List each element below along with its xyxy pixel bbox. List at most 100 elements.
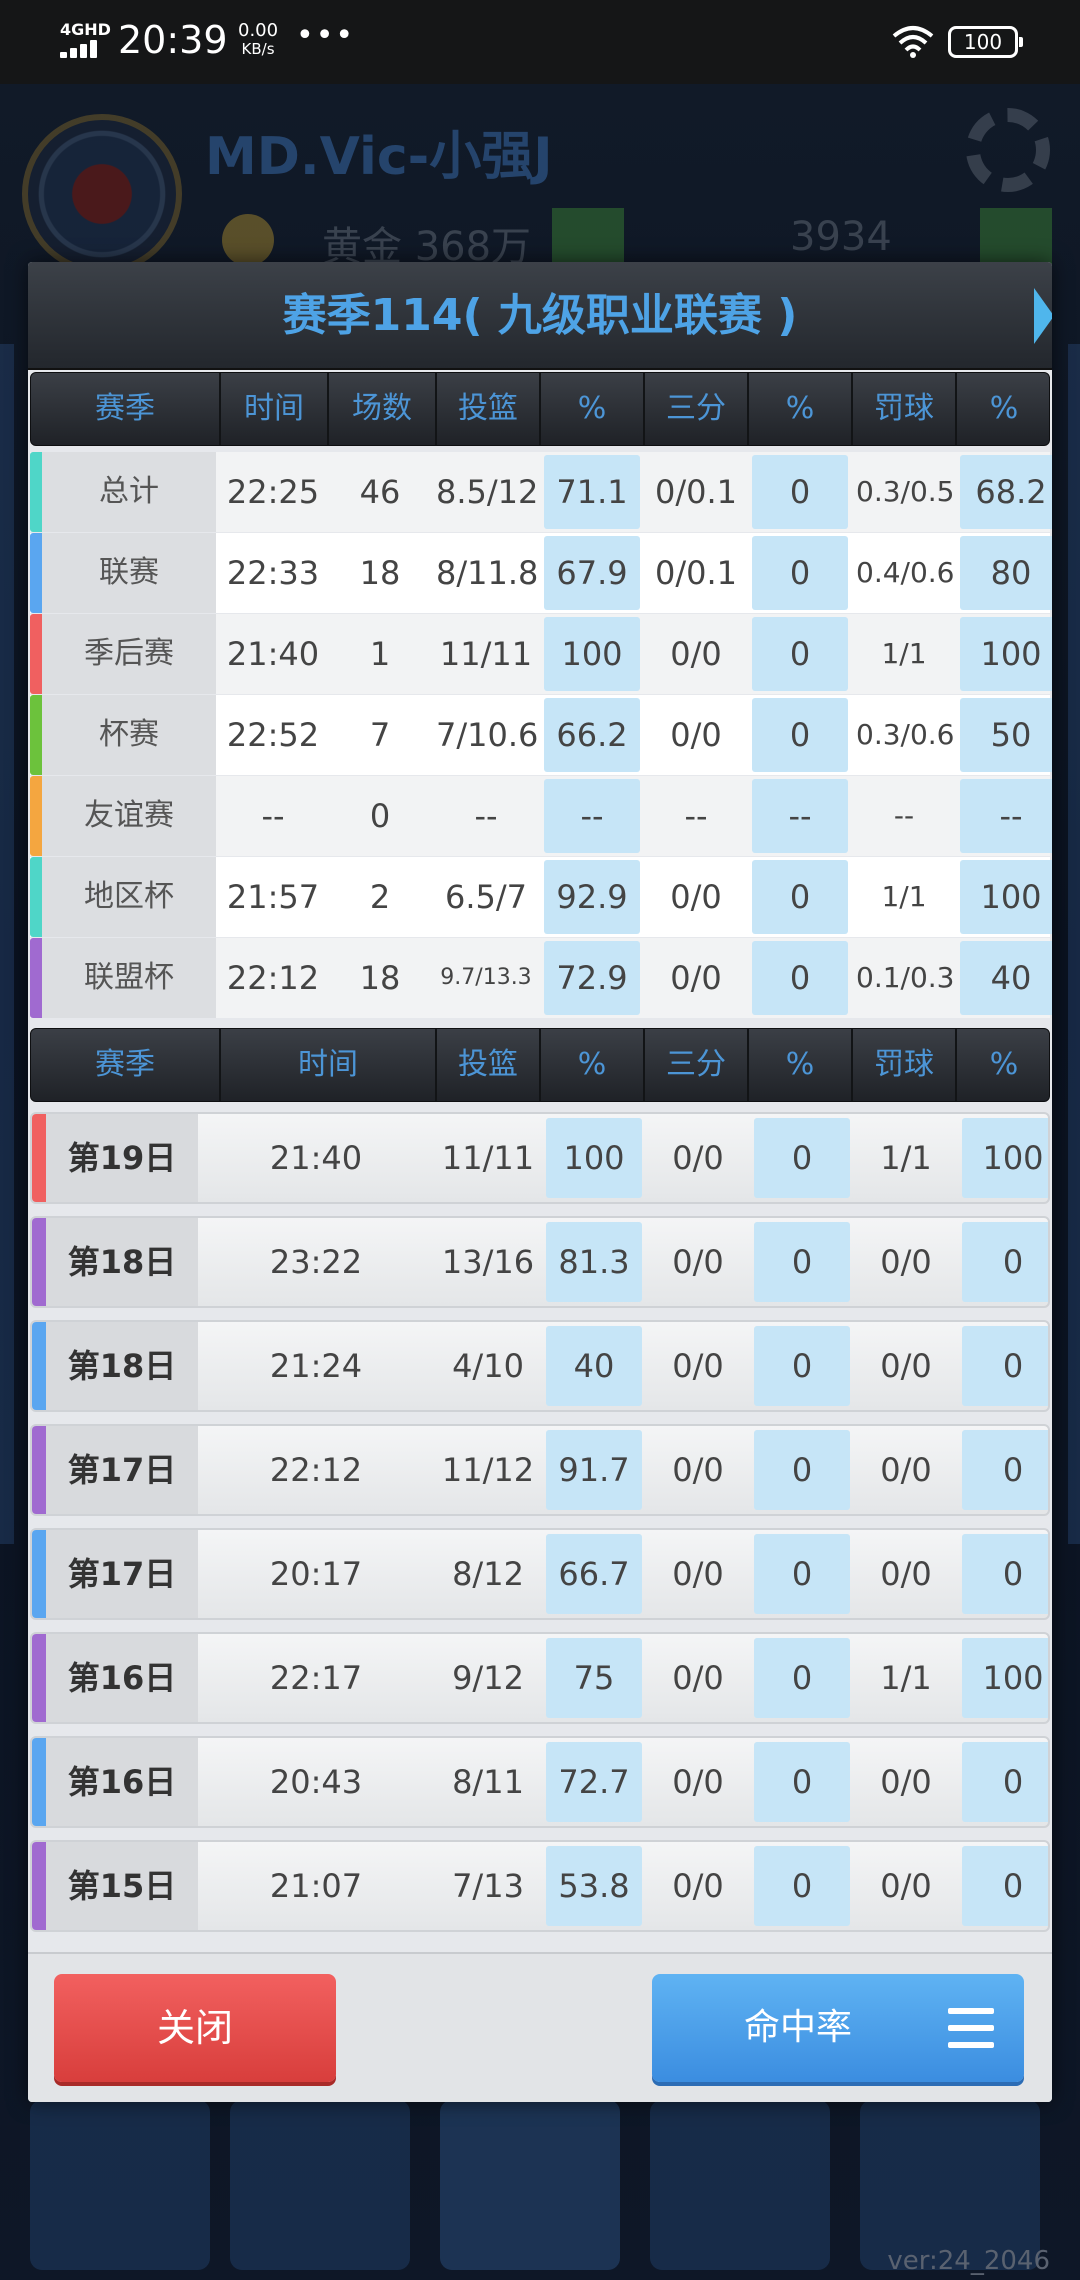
cell-time: 22:33 — [226, 554, 320, 592]
cell-three: -- — [684, 797, 708, 835]
cell-games: 2 — [369, 878, 391, 916]
cell-fg-pct: 81.3 — [546, 1222, 642, 1302]
cell-ft: 0.4/0.6 — [856, 556, 955, 589]
cell-three-pct: 0 — [752, 536, 848, 610]
summary-row[interactable]: 地区杯 21:57 2 6.5/7 92.9 0/0 0 1/1 100 — [30, 857, 1052, 937]
hit-rate-label: 命中率 — [744, 2007, 853, 2048]
cell-fg-pct: 40 — [546, 1326, 642, 1406]
cell-time: 21:07 — [269, 1867, 363, 1905]
cell-ft: 0.3/0.6 — [856, 718, 955, 751]
cell-label: 总计 — [42, 452, 216, 532]
cell-time: 23:22 — [269, 1243, 363, 1281]
summary-row[interactable]: 联赛 22:33 18 8/11.8 67.9 0/0.1 0 0.4/0.6 80 — [30, 533, 1052, 613]
cell-ft: 0/0 — [880, 1243, 932, 1281]
cell-three-pct: 0 — [754, 1534, 850, 1614]
game-row[interactable]: 第18日 23:22 13/16 81.3 0/0 0 0/0 0 — [30, 1216, 1050, 1308]
cell-time: 21:40 — [269, 1139, 363, 1177]
cell-three-pct: -- — [752, 779, 848, 853]
cell-three: 0/0 — [670, 878, 722, 916]
cell-three-pct: 0 — [754, 1326, 850, 1406]
team-emblem — [22, 114, 182, 274]
cell-three-pct: 0 — [754, 1638, 850, 1718]
cell-time: 21:24 — [269, 1347, 363, 1385]
game-row[interactable]: 第18日 21:24 4/10 40 0/0 0 0/0 0 — [30, 1320, 1050, 1412]
summary-row[interactable]: 杯赛 22:52 7 7/10.6 66.2 0/0 0 0.3/0.6 50 — [30, 695, 1052, 775]
dialog-header: 赛季114( 九级职业联赛 ) — [28, 262, 1052, 370]
clock: 20:39 — [118, 18, 228, 62]
row-color-stripe — [32, 1530, 46, 1618]
cell-three-pct: 0 — [752, 941, 848, 1015]
cell-fg-pct: 91.7 — [546, 1430, 642, 1510]
cell-fg: -- — [474, 797, 498, 835]
column-header: 投篮 — [437, 373, 541, 445]
cell-three: 0/0 — [672, 1763, 724, 1801]
close-button[interactable]: 关闭 — [54, 1974, 336, 2082]
cell-time: 20:17 — [269, 1555, 363, 1593]
row-color-stripe — [32, 1634, 46, 1722]
cell-fg: 8/11 — [452, 1763, 524, 1801]
column-header: 场数 — [329, 373, 437, 445]
cell-fg-pct: -- — [544, 779, 640, 853]
cell-label: 第17日 — [46, 1530, 198, 1618]
battery-icon: 100 — [948, 26, 1023, 58]
cell-fg-pct: 66.7 — [546, 1534, 642, 1614]
cell-games: 18 — [359, 959, 401, 997]
summary-row[interactable]: 友谊赛 -- 0 -- -- -- -- -- -- — [30, 776, 1052, 856]
row-color-stripe — [30, 776, 42, 856]
game-row[interactable]: 第15日 21:07 7/13 53.8 0/0 0 0/0 0 — [30, 1840, 1050, 1932]
cell-fg: 8/12 — [452, 1555, 524, 1593]
cell-fg: 11/11 — [439, 635, 533, 673]
game-row[interactable]: 第16日 20:43 8/11 72.7 0/0 0 0/0 0 — [30, 1736, 1050, 1828]
cell-fg: 11/12 — [441, 1451, 535, 1489]
cell-time: -- — [261, 797, 285, 835]
cell-ft: 1/1 — [880, 1139, 932, 1177]
cell-fg: 4/10 — [452, 1347, 524, 1385]
dialog-title: 赛季114( 九级职业联赛 ) — [282, 290, 798, 341]
cell-games: 46 — [359, 473, 401, 511]
cell-fg: 9/12 — [452, 1659, 524, 1697]
cell-three: 0/0 — [670, 959, 722, 997]
cell-ft: 1/1 — [880, 1659, 932, 1697]
cell-time: 22:12 — [226, 959, 320, 997]
next-season-arrow-icon[interactable] — [1034, 288, 1052, 344]
column-header: 时间 — [221, 1029, 437, 1101]
game-row[interactable]: 第17日 22:12 11/12 91.7 0/0 0 0/0 0 — [30, 1424, 1050, 1516]
game-row[interactable]: 第17日 20:17 8/12 66.7 0/0 0 0/0 0 — [30, 1528, 1050, 1620]
cell-time: 21:57 — [226, 878, 320, 916]
cell-ft: 1/1 — [881, 637, 927, 670]
cell-ft-pct: 68.2 — [960, 455, 1052, 529]
column-header: 罚球 — [853, 1029, 957, 1101]
gem-stat: 3934 — [790, 214, 892, 260]
cell-ft-pct: 0 — [962, 1222, 1048, 1302]
summary-row[interactable]: 总计 22:25 46 8.5/12 71.1 0/0.1 0 0.3/0.5 68.2 — [30, 452, 1052, 532]
cell-games: 0 — [369, 797, 391, 835]
cell-three-pct: 0 — [754, 1118, 850, 1198]
cell-label: 第15日 — [46, 1842, 198, 1930]
add-gold-button — [552, 208, 624, 264]
cell-ft-pct: -- — [960, 779, 1052, 853]
cell-label: 第16日 — [46, 1634, 198, 1722]
column-header: 赛季 — [31, 373, 221, 445]
cell-three-pct: 0 — [752, 455, 848, 529]
cell-label: 友谊赛 — [42, 776, 216, 856]
column-header: % — [989, 1047, 1019, 1082]
cell-time: 22:12 — [269, 1451, 363, 1489]
net-speed-unit: KB/s — [241, 40, 275, 58]
cell-three: 0/0 — [672, 1659, 724, 1697]
cell-three: 0/0 — [672, 1139, 724, 1177]
network-type: 4GHD — [60, 20, 111, 39]
summary-row[interactable]: 联盟杯 22:12 18 9.7/13.3 72.9 0/0 0 0.1/0.3 40 — [30, 938, 1052, 1018]
game-row[interactable]: 第16日 22:17 9/12 75 0/0 0 1/1 100 — [30, 1632, 1050, 1724]
hit-rate-button[interactable]: 命中率 — [652, 1974, 1024, 2082]
cell-three: 0/0 — [672, 1555, 724, 1593]
summary-row[interactable]: 季后赛 21:40 1 11/11 100 0/0 0 1/1 100 — [30, 614, 1052, 694]
settings-gear-icon — [966, 108, 1050, 192]
cell-three-pct: 0 — [752, 860, 848, 934]
cell-time: 22:52 — [226, 716, 320, 754]
cell-three-pct: 0 — [754, 1742, 850, 1822]
row-color-stripe — [32, 1738, 46, 1826]
cell-three: 0/0.1 — [654, 554, 738, 592]
left-edge — [0, 344, 14, 1544]
net-speed-value: 0.00 — [238, 20, 279, 41]
game-row[interactable]: 第19日 21:40 11/11 100 0/0 0 1/1 100 — [30, 1112, 1050, 1204]
